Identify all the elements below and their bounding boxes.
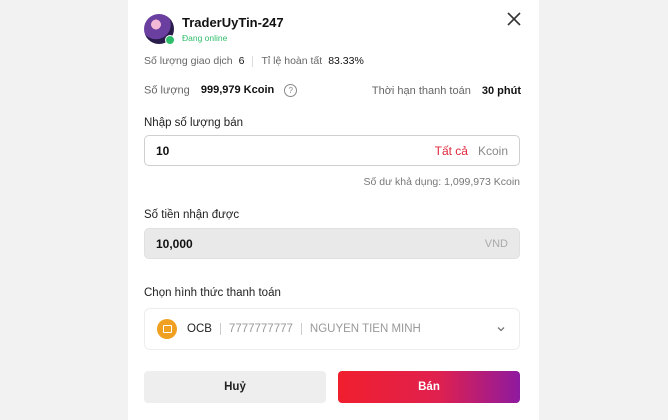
sell-button[interactable]: Bán xyxy=(338,371,520,403)
quantity-value: 999,979 Kcoin xyxy=(200,84,275,97)
trader-status: Đang online xyxy=(182,32,228,43)
time-limit-label: Thời hạn thanh toán xyxy=(371,84,471,97)
chevron-down-icon[interactable] xyxy=(495,323,507,335)
trader-stats: Số lượng giao dịch 6 Tỉ lệ hoàn tất 83.3… xyxy=(144,55,364,67)
bank-account-number: 7777777777 xyxy=(228,323,293,335)
trader-username: TraderUyTin-247 xyxy=(182,14,284,30)
order-summary: Số lượng 999,979 Kcoin ? Thời hạn thanh … xyxy=(144,84,521,97)
close-icon[interactable] xyxy=(505,10,523,28)
sell-amount-label: Nhập số lượng bán xyxy=(144,117,243,129)
payment-method-select[interactable]: OCB 7777777777 NGUYEN TIEN MINH xyxy=(144,308,520,350)
quantity-label: Số lượng xyxy=(144,84,190,97)
help-icon[interactable]: ? xyxy=(284,84,298,97)
receive-amount-label: Số tiền nhận được xyxy=(144,209,240,221)
trader-header: TraderUyTin-247 Đang online xyxy=(144,14,284,45)
completion-label: Tỉ lệ hoàn tất xyxy=(261,55,323,67)
bank-name: OCB xyxy=(187,323,212,335)
receive-amount-value: 10,000 xyxy=(156,236,193,251)
sell-amount-value[interactable]: 10 xyxy=(156,144,435,158)
cancel-button[interactable]: Huỷ xyxy=(144,371,326,403)
completion-value: 83.33% xyxy=(328,55,364,67)
sell-all-button[interactable]: Tất cả xyxy=(435,144,468,158)
sell-modal: TraderUyTin-247 Đang online Số lượng gia… xyxy=(128,0,539,420)
receive-unit: VND xyxy=(484,237,508,250)
available-balance: Số dư khả dụng: 1,099,973 Kcoin xyxy=(363,176,520,188)
online-status-dot xyxy=(165,35,175,45)
trades-value: 6 xyxy=(238,55,245,67)
bank-icon xyxy=(157,319,177,339)
sell-amount-input[interactable]: 10 Tất cả Kcoin xyxy=(144,135,520,166)
payment-divider xyxy=(300,323,302,335)
account-holder: NGUYEN TIEN MINH xyxy=(309,323,421,335)
stats-divider xyxy=(252,55,254,67)
sell-unit: Kcoin xyxy=(477,143,508,158)
payment-method-label: Chọn hình thức thanh toán xyxy=(144,287,281,299)
payment-divider xyxy=(219,323,221,335)
receive-amount-field: 10,000 VND xyxy=(144,228,520,259)
time-limit-value: 30 phút xyxy=(481,84,521,97)
avatar[interactable] xyxy=(144,14,175,45)
trades-label: Số lượng giao dịch xyxy=(144,55,233,67)
